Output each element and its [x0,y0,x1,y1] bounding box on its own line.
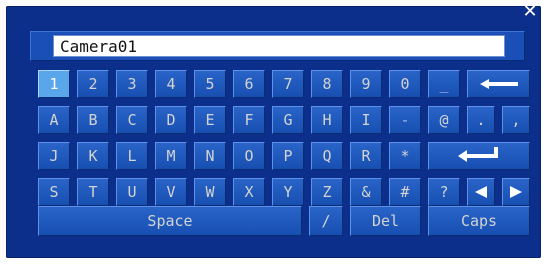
key-p[interactable]: P [272,142,304,170]
key-n[interactable]: N [194,142,226,170]
key-1[interactable]: 1 [38,70,70,98]
left-arrow-key[interactable] [467,178,495,206]
enter-key[interactable] [428,142,530,170]
key-d[interactable]: D [155,106,187,134]
key-3[interactable]: 3 [116,70,148,98]
right-arrow-key[interactable] [502,178,530,206]
key-asterisk[interactable]: * [389,142,421,170]
delete-key[interactable]: Del [350,206,421,236]
key-o[interactable]: O [233,142,265,170]
key-hash[interactable]: # [389,178,421,206]
key-c[interactable]: C [116,106,148,134]
key-2[interactable]: 2 [77,70,109,98]
key-k[interactable]: K [77,142,109,170]
key-l[interactable]: L [116,142,148,170]
virtual-keyboard: 1 2 3 4 5 6 7 8 9 0 _ A B C D E F G H I … [0,0,547,264]
key-4[interactable]: 4 [155,70,187,98]
slash-key[interactable]: / [309,206,343,236]
key-0[interactable]: 0 [389,70,421,98]
key-z[interactable]: Z [311,178,343,206]
key-question[interactable]: ? [428,178,460,206]
key-ampersand[interactable]: & [350,178,382,206]
left-arrow-icon [474,183,488,202]
key-t[interactable]: T [77,178,109,206]
backspace-key[interactable] [467,70,530,98]
key-5[interactable]: 5 [194,70,226,98]
backspace-arrow-icon [479,75,519,94]
enter-arrow-icon [456,146,502,166]
key-f[interactable]: F [233,106,265,134]
key-7[interactable]: 7 [272,70,304,98]
key-8[interactable]: 8 [311,70,343,98]
key-q[interactable]: Q [311,142,343,170]
key-r[interactable]: R [350,142,382,170]
space-key[interactable]: Space [38,206,302,236]
caps-key[interactable]: Caps [428,206,530,236]
key-6[interactable]: 6 [233,70,265,98]
key-comma[interactable]: , [502,106,530,134]
key-u[interactable]: U [116,178,148,206]
right-arrow-icon [509,183,523,202]
key-e[interactable]: E [194,106,226,134]
key-underscore[interactable]: _ [428,70,460,98]
key-s[interactable]: S [38,178,70,206]
key-b[interactable]: B [77,106,109,134]
key-at[interactable]: @ [428,106,460,134]
key-v[interactable]: V [155,178,187,206]
key-y[interactable]: Y [272,178,304,206]
key-x[interactable]: X [233,178,265,206]
key-j[interactable]: J [38,142,70,170]
key-h[interactable]: H [311,106,343,134]
key-minus[interactable]: - [389,106,421,134]
key-i[interactable]: I [350,106,382,134]
key-period[interactable]: . [467,106,495,134]
key-9[interactable]: 9 [350,70,382,98]
key-g[interactable]: G [272,106,304,134]
key-m[interactable]: M [155,142,187,170]
key-a[interactable]: A [38,106,70,134]
key-w[interactable]: W [194,178,226,206]
